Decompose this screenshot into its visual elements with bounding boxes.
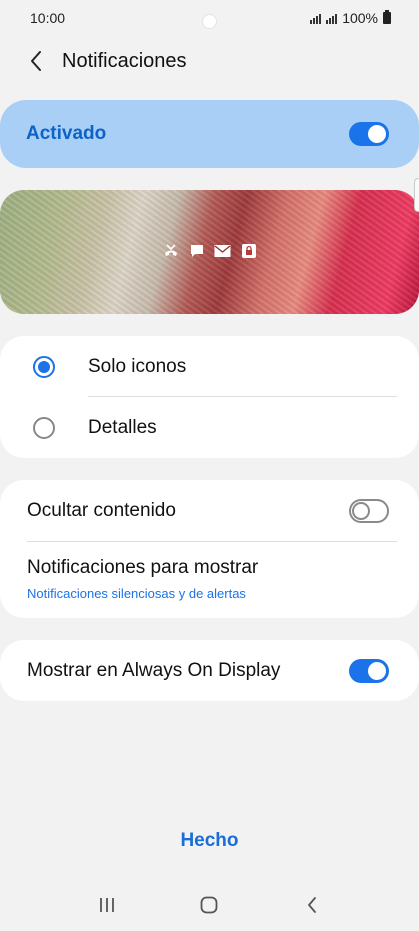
- option-label: Detalles: [88, 416, 157, 438]
- master-toggle[interactable]: [349, 122, 389, 146]
- home-button[interactable]: [189, 890, 229, 920]
- home-icon: [201, 896, 218, 914]
- notifications-to-show-label: Notificaciones para mostrar: [27, 557, 259, 578]
- lock-icon: [240, 242, 258, 260]
- option-detalles[interactable]: Detalles: [0, 397, 419, 458]
- signal-icon: [326, 13, 338, 24]
- battery-percentage: 100%: [342, 10, 378, 26]
- aod-label: Mostrar en Always On Display: [27, 659, 281, 681]
- app-header: Notificaciones: [0, 38, 419, 84]
- radio-button[interactable]: [33, 355, 55, 378]
- master-switch-row[interactable]: Activado: [0, 100, 419, 168]
- hide-content-row[interactable]: Ocultar contenido: [0, 480, 419, 542]
- master-switch-label: Activado: [26, 123, 107, 144]
- back-arrow-icon: [31, 51, 41, 71]
- message-icon: [188, 242, 206, 260]
- option-solo-iconos[interactable]: Solo iconos: [0, 336, 419, 397]
- lockscreen-preview: [0, 190, 419, 314]
- recents-icon: [100, 898, 115, 912]
- notification-style-card: Solo iconos Detalles: [0, 336, 419, 458]
- back-button[interactable]: [16, 41, 56, 81]
- toggle-knob: [366, 123, 388, 145]
- navigation-bar: [0, 888, 419, 922]
- done-button[interactable]: Hecho: [0, 830, 419, 852]
- hide-content-label: Ocultar contenido: [27, 500, 176, 521]
- notifications-to-show-value: Notificaciones silenciosas y de alertas: [27, 586, 246, 601]
- content-settings-card: Ocultar contenido Notificaciones para mo…: [0, 480, 419, 618]
- signal-icon: [310, 13, 322, 24]
- option-label: Solo iconos: [88, 355, 187, 377]
- back-icon: [307, 897, 316, 913]
- status-time: 10:00: [30, 10, 66, 26]
- radio-button[interactable]: [33, 416, 55, 439]
- toggle-knob: [366, 659, 388, 682]
- front-camera: [202, 14, 217, 29]
- email-icon: [214, 242, 232, 260]
- battery-icon: [383, 10, 391, 24]
- edge-panel-handle[interactable]: [414, 178, 419, 212]
- missed-call-icon: [162, 242, 180, 260]
- hide-content-toggle[interactable]: [349, 499, 389, 523]
- recent-apps-button[interactable]: [87, 890, 127, 920]
- aod-toggle[interactable]: [349, 658, 389, 683]
- toggle-knob: [352, 502, 370, 520]
- status-indicators: 100%: [310, 10, 391, 26]
- notifications-to-show-row[interactable]: Notificaciones para mostrar Notificacion…: [0, 542, 419, 618]
- aod-row[interactable]: Mostrar en Always On Display: [0, 640, 419, 701]
- nav-back-button[interactable]: [292, 890, 332, 920]
- aod-card: Mostrar en Always On Display: [0, 640, 419, 701]
- page-title: Notificaciones: [62, 49, 187, 72]
- preview-notification-icons: [0, 242, 419, 260]
